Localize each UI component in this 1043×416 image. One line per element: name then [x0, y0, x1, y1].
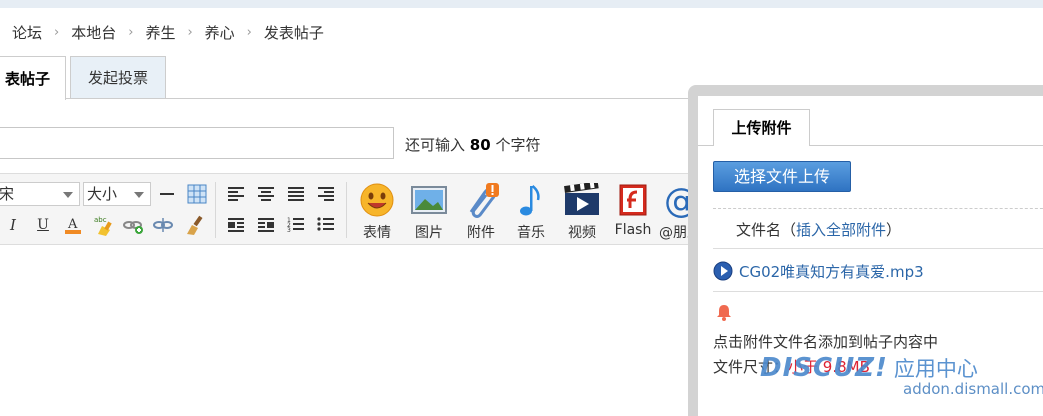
- underline-icon[interactable]: U: [32, 214, 54, 236]
- attachment-button[interactable]: 附件: [459, 180, 503, 242]
- breadcrumb-current: 发表帖子: [263, 23, 324, 42]
- char-count: 还可输入 80 个字符: [405, 134, 540, 155]
- tab-upload-attachment[interactable]: 上传附件: [713, 109, 810, 146]
- tab-new-poll[interactable]: 发起投票: [70, 56, 166, 99]
- float-right-icon[interactable]: [255, 214, 277, 236]
- table-icon[interactable]: [186, 183, 208, 205]
- font-size-select[interactable]: 大小: [83, 182, 151, 206]
- chevron-right-icon: ›: [128, 24, 134, 40]
- char-count-suffix: 个字符: [495, 136, 541, 154]
- insert-all-attachments-link[interactable]: 插入全部附件: [796, 221, 886, 239]
- font-size-value: 大小: [87, 185, 118, 203]
- music-label: 音乐: [517, 225, 545, 241]
- svg-text:3: 3: [287, 227, 291, 234]
- char-count-prefix: 还可输入: [405, 136, 466, 154]
- toolbar-separator: [346, 182, 347, 238]
- link-icon[interactable]: [122, 214, 144, 236]
- upload-file-button[interactable]: 选择文件上传: [713, 161, 851, 192]
- tab-divider: [0, 98, 700, 99]
- highlight-icon[interactable]: abc: [92, 214, 114, 236]
- top-strip: [0, 0, 1043, 8]
- chevron-down-icon: [63, 192, 73, 198]
- breadcrumb: 论坛 › 本地台 › 养生 › 养心 › 发表帖子: [12, 22, 324, 42]
- breadcrumb-health[interactable]: 养生: [145, 22, 175, 43]
- subject-input[interactable]: [0, 127, 394, 159]
- bell-icon: [717, 305, 731, 321]
- font-color-icon[interactable]: A: [62, 214, 84, 236]
- smiley-icon: [357, 180, 397, 220]
- filename-header-label: 文件名（: [736, 221, 797, 239]
- breadcrumb-forum[interactable]: 论坛: [12, 22, 42, 43]
- watermark-brand: DISCUZ!: [760, 353, 888, 383]
- attachment-row[interactable]: CG02唯真知方有真爱.mp3: [713, 260, 924, 282]
- emoji-label: 表情: [363, 225, 391, 241]
- dashed-divider: [713, 208, 1043, 209]
- video-label: 视频: [568, 225, 596, 241]
- font-family-value: 宋: [0, 185, 15, 203]
- video-button[interactable]: 视频: [560, 180, 604, 242]
- float-left-icon[interactable]: [225, 214, 247, 236]
- char-count-number: 80: [469, 136, 491, 154]
- attachment-label: 附件: [467, 225, 495, 241]
- music-note-icon: [511, 180, 551, 220]
- attachment-tip: 点击附件文件名添加到帖子内容中: [713, 333, 939, 351]
- breadcrumb-local[interactable]: 本地台: [71, 22, 116, 43]
- clear-format-icon[interactable]: [184, 214, 206, 236]
- audio-file-icon: [713, 261, 733, 281]
- divider: [713, 291, 1043, 292]
- svg-text:A: A: [67, 217, 78, 232]
- chevron-down-icon: [134, 192, 144, 198]
- editor-toolbar: 宋 大小 I U A abc 1 2 3 表情 图片 附件 音乐 视频 Flas…: [0, 173, 701, 245]
- flash-button[interactable]: Flash: [611, 180, 655, 242]
- horizontal-rule-icon[interactable]: [156, 183, 178, 205]
- font-family-select[interactable]: 宋: [0, 182, 80, 206]
- italic-icon[interactable]: I: [2, 214, 24, 236]
- breadcrumb-mind[interactable]: 养心: [205, 22, 235, 43]
- watermark-app-center: 应用中心: [893, 357, 978, 381]
- chevron-right-icon: ›: [54, 24, 60, 40]
- flash-icon: [613, 180, 653, 220]
- toolbar-separator: [215, 182, 216, 238]
- divider: [713, 248, 1043, 249]
- filename-header: 文件名（插入全部附件）: [736, 219, 901, 240]
- align-left-icon[interactable]: [225, 183, 247, 205]
- tab-new-post[interactable]: 表帖子: [0, 56, 66, 100]
- unordered-list-icon[interactable]: [315, 214, 337, 236]
- filename-header-close: ）: [886, 221, 902, 239]
- svg-text:abc: abc: [94, 216, 107, 224]
- align-right-icon[interactable]: [315, 183, 337, 205]
- image-icon: [409, 180, 449, 220]
- emoji-button[interactable]: 表情: [355, 180, 399, 242]
- chevron-right-icon: ›: [246, 24, 252, 40]
- image-label: 图片: [415, 225, 443, 241]
- flash-label: Flash: [614, 222, 652, 238]
- watermark-url: addon.dismall.com: [903, 380, 1043, 398]
- align-justify-icon[interactable]: [285, 183, 307, 205]
- chevron-right-icon: ›: [187, 24, 193, 40]
- paperclip-icon: [461, 180, 501, 220]
- unlink-icon[interactable]: [152, 214, 174, 236]
- image-button[interactable]: 图片: [407, 180, 451, 242]
- clapperboard-icon: [562, 180, 602, 220]
- align-center-icon[interactable]: [255, 183, 277, 205]
- attachment-file-name[interactable]: CG02唯真知方有真爱.mp3: [739, 261, 924, 282]
- music-button[interactable]: 音乐: [509, 180, 553, 242]
- ordered-list-icon[interactable]: 123: [285, 214, 307, 236]
